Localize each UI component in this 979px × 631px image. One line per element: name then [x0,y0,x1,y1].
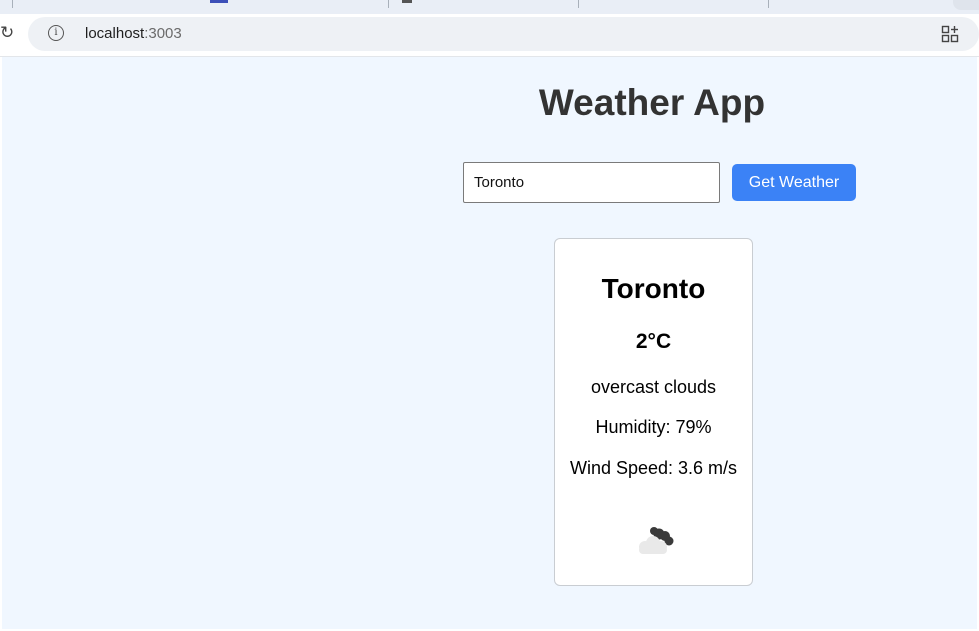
overcast-clouds-icon [639,527,674,554]
temperature: 2°C [635,330,672,353]
browser-toolbar: ↻ i localhost:3003 [0,14,979,57]
page-title: Weather App [538,82,766,123]
weather-description: overcast clouds [590,377,717,397]
url-host: localhost [85,25,145,42]
tab-divider [578,0,579,8]
apps-grid-icon[interactable] [941,25,959,43]
url-text[interactable]: localhost:3003 [85,25,182,42]
url-port: :3003 [144,25,182,42]
tab-divider [388,0,389,8]
tab-divider [768,0,769,8]
page-content: Weather App Get Weather Toronto 2°C over… [2,57,977,629]
reload-icon[interactable]: ↻ [0,23,14,43]
info-icon[interactable]: i [48,25,64,41]
humidity: Humidity: 79% [595,417,712,437]
tab-favicon-fragment [210,0,228,3]
tab-strip [0,0,979,14]
tab-favicon-fragment [402,0,412,3]
get-weather-button[interactable]: Get Weather [732,164,856,201]
city-name: Toronto [601,273,706,304]
browser-window: ↻ i localhost:3003 Weather App Get Weath… [0,0,979,631]
wind-speed: Wind Speed: 3.6 m/s [569,458,738,478]
address-bar[interactable]: i localhost:3003 [28,17,979,51]
city-input[interactable] [463,162,720,203]
tab-strip-edge [953,0,979,10]
weather-card: Toronto 2°C overcast clouds Humidity: 79… [554,238,753,586]
tab-divider [12,0,13,8]
